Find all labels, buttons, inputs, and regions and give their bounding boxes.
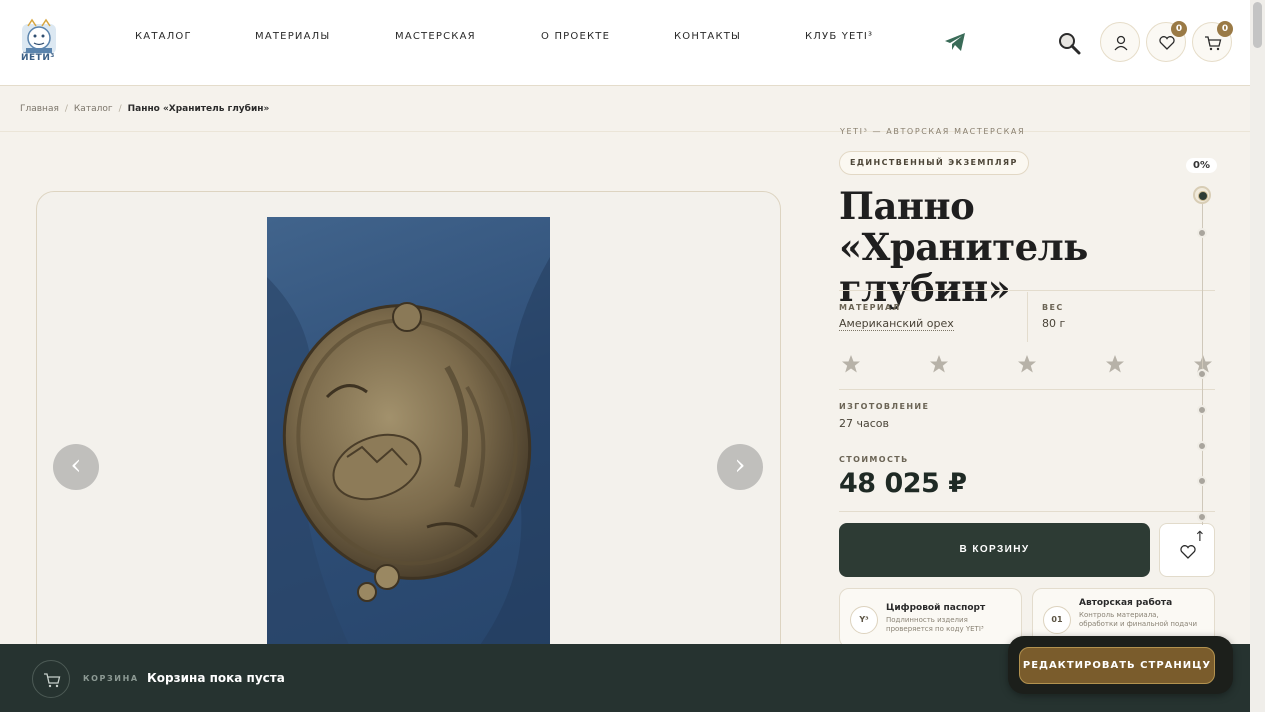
breadcrumb-separator: / (64, 104, 68, 114)
account-button[interactable] (1100, 22, 1140, 62)
logo-text: ЙЕТИ³ (21, 53, 55, 63)
product-eyebrow: YETI³ — АВТОРСКАЯ МАСТЕРСКАЯ (840, 127, 1026, 134)
nav-materials[interactable]: МАТЕРИАЛЫ (255, 31, 330, 42)
cart-bar-label: КОРЗИНА (83, 674, 139, 683)
add-to-cart-button[interactable]: В КОРЗИНУ (839, 523, 1150, 577)
star-icon (930, 355, 948, 373)
cart-bar-button[interactable] (32, 660, 70, 698)
material-label: МАТЕРИАЛ (839, 303, 901, 312)
scroll-progress-percent: 0% (1186, 158, 1217, 173)
weight-label: ВЕС (1042, 303, 1064, 312)
feature-title: Авторская работа (1079, 598, 1173, 608)
nav-about[interactable]: О ПРОЕКТЕ (541, 31, 610, 42)
progress-dot[interactable] (1197, 405, 1207, 415)
wishlist-button[interactable]: 0 (1146, 21, 1187, 62)
gallery-next-button[interactable]: › (717, 444, 763, 490)
feature-text: Контроль материала, обработки и финально… (1079, 611, 1198, 628)
product-photo[interactable] (267, 217, 550, 660)
scrollbar-thumb[interactable] (1253, 2, 1262, 48)
star-icon (842, 355, 860, 373)
progress-dot[interactable] (1197, 512, 1207, 522)
wishlist-count-badge: 0 (1171, 21, 1187, 37)
telegram-icon[interactable] (944, 32, 966, 52)
edit-page-button[interactable]: РЕДАКТИРОВАТЬ СТРАНИЦУ (1019, 647, 1215, 684)
edit-page-panel: РЕДАКТИРОВАТЬ СТРАНИЦУ (1008, 636, 1233, 694)
weight-value: 80 г (1042, 317, 1066, 330)
passport-icon: Y³ (850, 606, 878, 634)
material-value[interactable]: Американский орех (839, 317, 954, 331)
divider (839, 290, 1215, 291)
heart-icon (1159, 36, 1175, 50)
divider (0, 131, 1250, 132)
site-header: ЙЕТИ³ КАТАЛОГ МАТЕРИАЛЫ МАСТЕРСКАЯ О ПРО… (0, 0, 1250, 86)
cart-button[interactable]: 0 (1192, 21, 1233, 62)
star-icon (1018, 355, 1036, 373)
cart-icon (1205, 36, 1222, 51)
feature-text: Подлинность изделия проверяется по коду … (886, 616, 984, 633)
production-value: 27 часов (839, 417, 889, 430)
gallery-prev-button[interactable]: ‹ (53, 444, 99, 490)
add-to-wishlist-button[interactable] (1159, 523, 1215, 577)
unique-item-badge: ЕДИНСТВЕННЫЙ ЭКЗЕМПЛЯР (839, 151, 1029, 175)
product-price: 48 025 ₽ (839, 468, 967, 499)
nav-catalog[interactable]: КАТАЛОГ (135, 31, 192, 42)
production-label: ИЗГОТОВЛЕНИЕ (839, 402, 930, 411)
star-icon (1106, 355, 1124, 373)
carved-panel-image (267, 257, 550, 660)
breadcrumb-current: Панно «Хранитель глубин» (127, 104, 270, 114)
progress-dot[interactable] (1197, 441, 1207, 451)
divider (1027, 292, 1028, 342)
scrollbar[interactable] (1250, 0, 1265, 712)
progress-dot[interactable] (1197, 228, 1207, 238)
feature-card-passport: Y³ Цифровой паспорт Подлинность изделия … (839, 588, 1022, 648)
nav-club[interactable]: КЛУБ YETI³ (805, 31, 873, 42)
breadcrumb: Главная / Каталог / Панно «Хранитель глубин» (20, 104, 275, 114)
number-icon: 01 (1043, 606, 1071, 634)
scroll-to-top-arrow[interactable]: ↑ (1194, 529, 1206, 545)
progress-dot[interactable] (1197, 476, 1207, 486)
progress-current-dot[interactable] (1193, 186, 1211, 204)
price-label: СТОИМОСТЬ (839, 455, 909, 464)
user-icon (1114, 35, 1128, 51)
divider (839, 389, 1215, 390)
cart-bar-status: Корзина пока пуста (147, 671, 285, 685)
breadcrumb-home[interactable]: Главная (20, 104, 59, 114)
progress-dot[interactable] (1197, 369, 1207, 379)
nav-contacts[interactable]: КОНТАКТЫ (674, 31, 741, 42)
cart-icon (44, 673, 61, 688)
product-gallery: ‹ › (36, 191, 781, 661)
divider (839, 511, 1215, 512)
breadcrumb-catalog[interactable]: Каталог (74, 104, 113, 114)
cart-count-badge: 0 (1217, 21, 1233, 37)
search-icon[interactable] (1057, 31, 1081, 55)
breadcrumb-separator: / (118, 104, 122, 114)
feature-title: Цифровой паспорт (886, 603, 986, 613)
heart-icon (1180, 545, 1196, 559)
nav-workshop[interactable]: МАСТЕРСКАЯ (395, 31, 476, 42)
